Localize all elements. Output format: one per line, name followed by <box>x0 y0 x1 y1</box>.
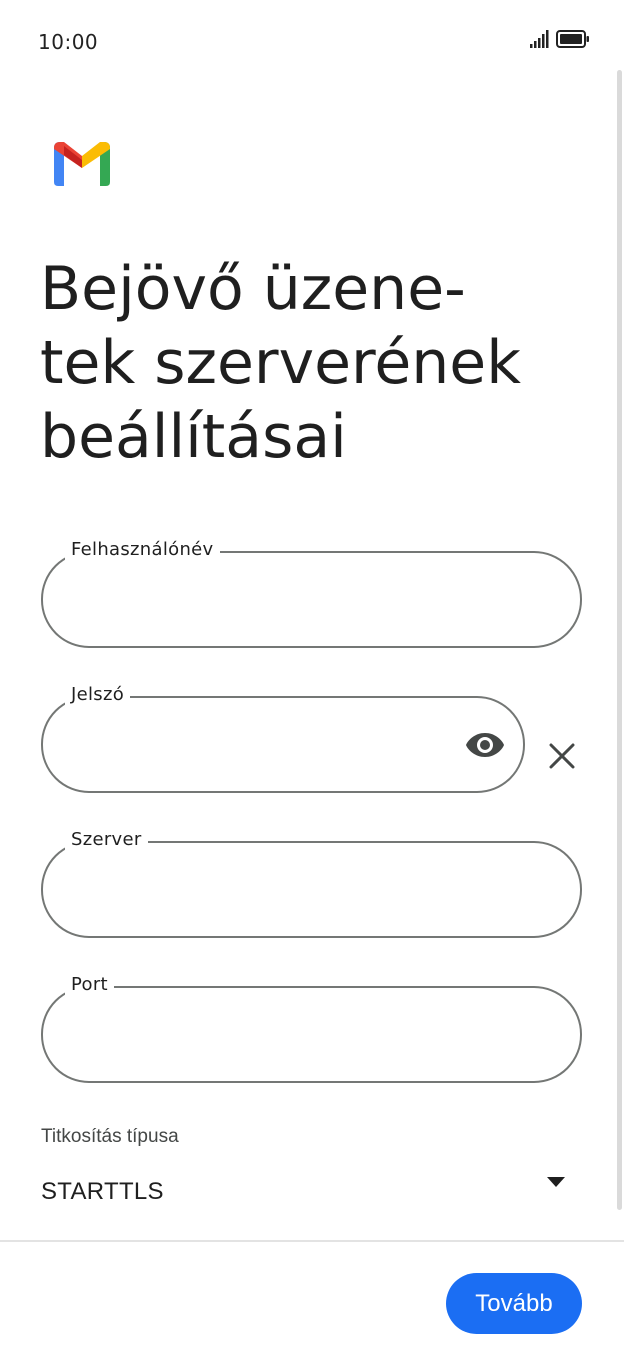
eye-icon[interactable] <box>465 730 505 760</box>
password-input[interactable] <box>71 728 453 766</box>
footer-divider <box>0 1240 624 1242</box>
port-label: Port <box>65 974 114 996</box>
password-field[interactable]: Jelszó <box>41 684 525 793</box>
encryption-type-value: STARTTLS <box>41 1178 164 1205</box>
server-input[interactable] <box>71 873 510 911</box>
next-button[interactable]: Tovább <box>446 1273 582 1334</box>
status-time: 10:00 <box>38 30 99 54</box>
scrollbar[interactable] <box>617 70 622 1210</box>
encryption-type-label: Titkosítás típusa <box>41 1126 179 1147</box>
username-input[interactable] <box>71 583 510 621</box>
gmail-logo <box>54 142 110 186</box>
port-field[interactable]: Port <box>41 974 582 1083</box>
port-input[interactable] <box>71 1018 510 1056</box>
status-icons <box>530 30 590 48</box>
battery-icon <box>556 30 589 48</box>
close-icon[interactable] <box>546 740 578 772</box>
status-bar: 10:00 <box>0 0 624 84</box>
username-label: Felhasználónév <box>65 539 220 561</box>
server-label: Szerver <box>65 829 148 851</box>
dropdown-arrow-icon <box>547 1177 565 1187</box>
server-field[interactable]: Szerver <box>41 829 582 938</box>
username-field[interactable]: Felhasználónév <box>41 539 582 648</box>
encryption-type-select[interactable]: STARTTLS <box>41 1162 582 1222</box>
signal-icon <box>530 30 549 48</box>
page-title: Bejövő üzene- tek szerverének beállítása… <box>40 254 521 472</box>
password-label: Jelszó <box>65 684 131 706</box>
